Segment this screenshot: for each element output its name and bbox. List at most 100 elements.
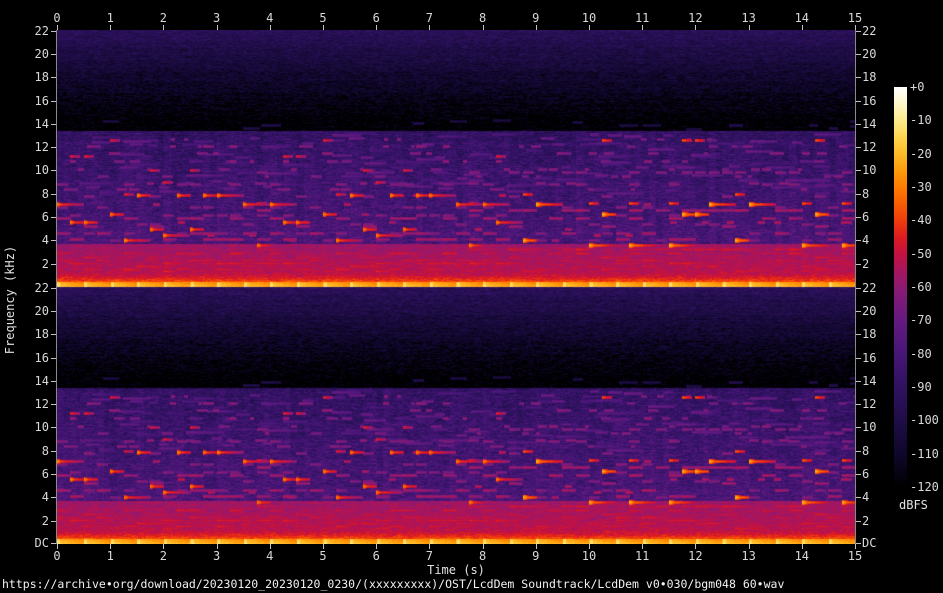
time-tick-label: 13 — [741, 549, 756, 563]
freq-tick-label: 20 — [34, 303, 49, 318]
time-tick-label: 9 — [532, 11, 540, 25]
freq-tick — [51, 30, 56, 32]
freq-tick — [51, 100, 56, 102]
freq-tick-label: 6 — [41, 467, 49, 482]
freq-tick-label: 18 — [862, 70, 877, 85]
freq-tick — [51, 287, 56, 289]
colorbar — [894, 87, 907, 487]
freq-tick — [51, 240, 56, 242]
time-tick-label: 2 — [159, 11, 167, 25]
freq-tick-label: 14 — [862, 373, 877, 388]
spectrogram-window: Frequency (kHz) dBFS Time (s) https://ar… — [0, 0, 943, 593]
freq-tick — [856, 357, 861, 359]
freq-tick-label: 4 — [862, 490, 870, 505]
freq-tick — [51, 53, 56, 55]
freq-tick — [51, 217, 56, 219]
freq-tick — [51, 520, 56, 522]
freq-tick — [51, 380, 56, 382]
freq-tick — [856, 100, 861, 102]
freq-tick-label: 18 — [34, 70, 49, 85]
freq-tick — [856, 380, 861, 382]
time-tick-label: 14 — [794, 11, 810, 25]
freq-tick-label: 2 — [862, 513, 870, 528]
time-tick — [482, 25, 484, 30]
freq-tick — [51, 497, 56, 499]
time-tick-label: 7 — [425, 549, 433, 563]
freq-tick-label: 4 — [862, 233, 870, 248]
freq-tick-label: 10 — [34, 420, 49, 435]
time-tick-label: 11 — [634, 11, 650, 25]
colorbar-unit-label: dBFS — [899, 498, 928, 512]
freq-tick-label: 22 — [34, 23, 49, 38]
time-tick-label: 13 — [741, 11, 756, 25]
colorbar-tick-label: -10 — [910, 113, 932, 128]
time-tick — [535, 25, 537, 30]
time-tick-label: 12 — [688, 549, 703, 563]
colorbar-tick-label: -90 — [910, 380, 932, 394]
time-tick — [216, 25, 218, 30]
freq-tick-label: 22 — [34, 280, 49, 295]
time-tick-label: 2 — [159, 549, 167, 563]
freq-dc-label: DC — [862, 536, 877, 550]
freq-tick — [856, 53, 861, 55]
freq-tick — [51, 334, 56, 336]
freq-tick-label: 18 — [34, 327, 49, 342]
spectrogram-canvas — [57, 30, 855, 544]
freq-tick — [856, 147, 861, 149]
freq-tick — [51, 170, 56, 172]
freq-tick — [856, 404, 861, 406]
colorbar-tick-label: -50 — [910, 246, 932, 261]
freq-dc-label: DC — [34, 536, 49, 550]
colorbar-tick-label: -100 — [910, 413, 939, 428]
freq-tick — [856, 77, 861, 79]
freq-tick-label: 12 — [34, 397, 49, 412]
freq-tick-label: 4 — [41, 490, 49, 505]
colorbar-tick-label: -30 — [910, 180, 932, 194]
time-tick-label: 4 — [266, 11, 274, 25]
colorbar-tick-label: -110 — [910, 446, 939, 461]
freq-tick-label: 12 — [34, 140, 49, 155]
freq-tick-label: 20 — [34, 46, 49, 61]
colorbar-tick-label: -60 — [910, 280, 932, 294]
freq-tick — [856, 287, 861, 289]
freq-tick-label: 20 — [862, 46, 877, 61]
freq-tick-label: 14 — [34, 373, 49, 388]
freq-tick — [51, 404, 56, 406]
time-tick — [589, 25, 590, 30]
time-tick-label: 11 — [634, 549, 650, 563]
freq-tick-label: 16 — [862, 93, 877, 108]
time-tick — [57, 25, 58, 30]
time-tick-label: 7 — [425, 11, 433, 25]
freq-tick — [51, 427, 56, 429]
freq-tick-label: 12 — [862, 140, 877, 155]
freq-tick-label: 8 — [862, 186, 870, 201]
time-tick — [269, 25, 271, 30]
freq-tick — [856, 450, 861, 452]
time-tick — [163, 25, 165, 30]
freq-tick-label: 16 — [862, 350, 877, 365]
freq-tick-label: 14 — [34, 116, 49, 131]
colorbar-tick-label: -120 — [910, 480, 939, 494]
freq-tick-label: 22 — [862, 23, 877, 38]
freq-tick-label: 20 — [862, 303, 877, 318]
freq-tick — [856, 217, 861, 219]
freq-tick-label: 10 — [862, 420, 877, 435]
freq-tick-label: 6 — [862, 467, 870, 482]
time-tick-label: 12 — [688, 11, 703, 25]
freq-tick — [51, 77, 56, 79]
freq-tick-label: 6 — [41, 210, 49, 225]
freq-tick-label: 22 — [862, 280, 877, 295]
freq-tick-label: 18 — [862, 327, 877, 342]
freq-tick — [51, 193, 56, 195]
time-tick-label: 1 — [106, 549, 114, 563]
frequency-axis-label: Frequency (kHz) — [3, 245, 17, 355]
time-tick-label: 8 — [478, 11, 487, 25]
freq-tick — [856, 427, 861, 429]
freq-tick-label: 8 — [41, 186, 49, 201]
time-tick — [801, 25, 803, 30]
time-tick-label: 8 — [478, 549, 487, 563]
time-tick-label: 10 — [581, 549, 597, 563]
colorbar-tick-label: -40 — [910, 213, 932, 228]
freq-tick — [51, 474, 56, 476]
time-tick-label: 3 — [212, 11, 221, 25]
